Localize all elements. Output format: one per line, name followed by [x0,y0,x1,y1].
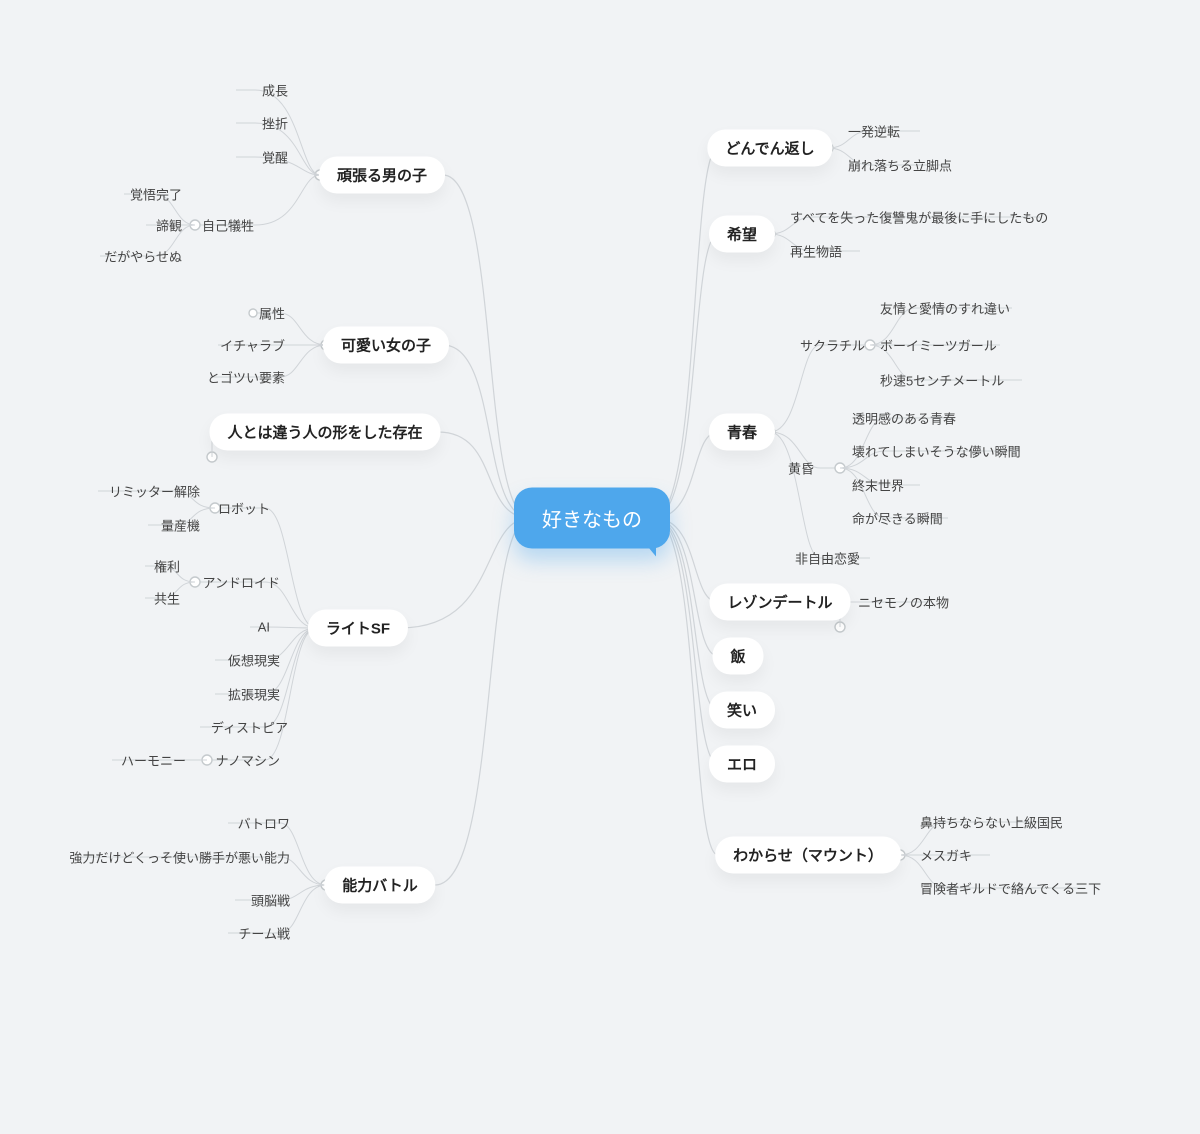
node-kawaii[interactable]: 可愛い女の子 [323,327,449,364]
leaf[interactable]: だがやらせぬ [104,247,182,266]
node-donden[interactable]: どんでん返し [707,130,832,167]
leaf[interactable]: 秒速5センチメートル [880,371,1004,390]
node-ganbaru[interactable]: 頑張る男の子 [319,157,445,194]
expand-dot[interactable] [249,309,257,317]
leaf[interactable]: メスガキ [920,846,972,865]
leaf[interactable]: 頭脳戦 [251,891,290,910]
node-ero[interactable]: エロ [709,746,775,783]
leaf[interactable]: 覚悟完了 [130,185,182,204]
leaf[interactable]: 自己犠牲 [202,216,254,235]
leaf[interactable]: アンドロイド [203,573,280,592]
leaf[interactable]: 共生 [154,589,180,608]
leaf[interactable]: 成長 [262,81,288,100]
leaf[interactable]: 権利 [154,557,180,576]
leaf[interactable]: ニセモノの本物 [858,593,949,612]
leaf[interactable]: ディストピア [211,718,288,737]
node-seishun[interactable]: 青春 [709,414,775,451]
leaf[interactable]: 一発逆転 [848,122,900,141]
leaf[interactable]: 終末世界 [852,476,904,495]
leaf[interactable]: 諦観 [156,216,182,235]
leaf[interactable]: イチャラブ [220,336,285,355]
node-wakarase[interactable]: わからせ（マウント） [715,837,901,874]
leaf[interactable]: 拡張現実 [228,685,280,704]
node-nouryoku[interactable]: 能力バトル [324,867,435,904]
leaf[interactable]: 強力だけどくっそ使い勝手が悪い能力 [69,848,290,867]
leaf[interactable]: 壊れてしまいそうな儚い瞬間 [852,442,1021,461]
leaf[interactable]: 属性 [259,304,285,323]
leaf[interactable]: チーム戦 [238,924,290,943]
leaf[interactable]: ハーモニー [121,751,186,770]
leaf[interactable]: ロボット [218,499,270,518]
leaf[interactable]: 崩れ落ちる立脚点 [848,156,952,175]
node-raison[interactable]: レゾンデートル [709,584,850,621]
leaf[interactable]: 再生物語 [790,242,842,261]
leaf[interactable]: すべてを失った復讐鬼が最後に手にしたもの [790,208,1048,227]
leaf[interactable]: 透明感のある青春 [852,409,956,428]
node-kibou[interactable]: 希望 [709,216,775,253]
leaf[interactable]: サクラチル [800,336,865,355]
leaf[interactable]: 挫折 [262,114,288,133]
leaf[interactable]: 非自由恋愛 [795,549,860,568]
node-hitotoha[interactable]: 人とは違う人の形をした存在 [209,414,440,451]
leaf[interactable]: 命が尽きる瞬間 [852,509,943,528]
leaf[interactable]: 友情と愛情のすれ違い [880,299,1010,318]
node-warai[interactable]: 笑い [709,692,775,729]
leaf[interactable]: AI [258,620,270,635]
leaf[interactable]: バトロワ [238,814,290,833]
leaf[interactable]: 鼻持ちならない上級国民 [920,813,1063,832]
leaf[interactable]: 黄昏 [788,459,814,478]
leaf[interactable]: 量産機 [161,516,200,535]
leaf[interactable]: ボーイミーツガール [880,336,997,355]
leaf[interactable]: とゴツい要素 [207,368,285,387]
leaf[interactable]: 覚醒 [262,148,288,167]
node-meshi[interactable]: 飯 [712,638,763,675]
leaf[interactable]: リミッター解除 [109,482,200,501]
wire-root-left [400,175,530,885]
mindmap-canvas[interactable]: 好きなもの 頑張る男の子 可愛い女の子 人とは違う人の形をした存在 ライトSF … [0,0,1200,1134]
leaf[interactable]: 冒険者ギルドで絡んでくる三下 [920,879,1101,898]
leaf[interactable]: 仮想現実 [228,651,280,670]
node-lightsf[interactable]: ライトSF [308,610,408,647]
leaf[interactable]: ナノマシン [216,751,280,770]
root-node[interactable]: 好きなもの [514,488,670,549]
